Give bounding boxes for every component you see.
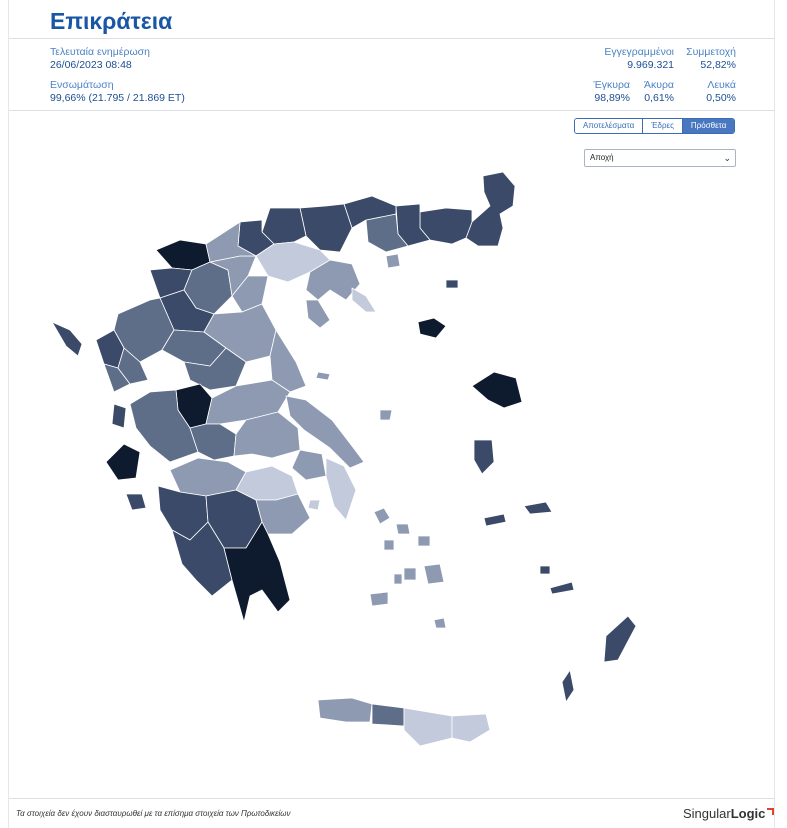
region-limnos[interactable] bbox=[417, 317, 447, 339]
region-leros[interactable] bbox=[539, 565, 551, 575]
metric-select[interactable]: Αποχή ⌄ bbox=[584, 149, 736, 167]
region-chios[interactable] bbox=[473, 439, 495, 475]
region-syros[interactable] bbox=[383, 539, 395, 551]
region-lasithi[interactable] bbox=[451, 713, 491, 743]
region-serres[interactable] bbox=[299, 203, 353, 253]
view-tabs: Αποτελέσματα Έδρες Πρόσθετα bbox=[574, 118, 736, 134]
region-zakynthos[interactable] bbox=[125, 493, 147, 511]
region-kassandra[interactable] bbox=[305, 299, 331, 329]
last-update-label: Τελευταία ενημέρωση bbox=[50, 46, 150, 58]
invalid-label: Άκυρα bbox=[643, 79, 674, 91]
region-corfu[interactable] bbox=[51, 321, 83, 357]
region-sporades[interactable] bbox=[315, 371, 331, 381]
region-naxos[interactable] bbox=[423, 563, 445, 585]
region-paros[interactable] bbox=[403, 567, 417, 581]
region-thasos[interactable] bbox=[385, 253, 401, 269]
region-tinos[interactable] bbox=[395, 523, 411, 535]
region-karpathos[interactable] bbox=[561, 669, 575, 703]
region-samos[interactable] bbox=[523, 501, 553, 515]
region-mykonos[interactable] bbox=[417, 535, 431, 547]
region-chania[interactable] bbox=[317, 697, 373, 723]
disclaimer-note: Τα στοιχεία δεν έχουν διασταυρωθεί με τα… bbox=[16, 809, 291, 818]
region-aegina[interactable] bbox=[307, 499, 321, 511]
turnout-label: Συμμετοχή bbox=[686, 46, 736, 58]
region-evros[interactable] bbox=[465, 171, 516, 247]
last-update-value: 26/06/2023 08:48 bbox=[50, 59, 132, 71]
valid-value: 98,89% bbox=[594, 92, 630, 104]
region-athos[interactable] bbox=[351, 287, 377, 313]
region-skyros[interactable] bbox=[379, 409, 393, 421]
logo-part1: Singular bbox=[683, 806, 731, 821]
region-andros[interactable] bbox=[373, 507, 391, 525]
region-fokida[interactable] bbox=[189, 423, 237, 461]
tab-extra[interactable]: Πρόσθετα bbox=[681, 119, 735, 133]
singularlogic-logo[interactable]: SingularLogic bbox=[683, 806, 775, 821]
region-milos[interactable] bbox=[369, 591, 389, 607]
chevron-down-icon: ⌄ bbox=[723, 153, 731, 163]
invalid-value: 0,61% bbox=[644, 92, 674, 104]
region-kos[interactable] bbox=[549, 581, 575, 595]
region-ikaria[interactable] bbox=[483, 513, 507, 527]
valid-label: Έγκυρα bbox=[593, 79, 630, 91]
logo-mark-icon bbox=[767, 808, 775, 815]
greece-choropleth-map bbox=[51, 171, 637, 747]
region-rhodes[interactable] bbox=[603, 615, 637, 663]
tab-results[interactable]: Αποτελέσματα bbox=[575, 119, 643, 133]
logo-part2: Logic bbox=[730, 806, 766, 821]
region-lesvos[interactable] bbox=[471, 371, 523, 409]
title-divider bbox=[9, 38, 774, 39]
integration-label: Ενσωμάτωση bbox=[50, 79, 114, 91]
region-samothraki[interactable] bbox=[445, 279, 459, 289]
region-lefkada[interactable] bbox=[111, 403, 127, 429]
stats-divider bbox=[9, 110, 774, 111]
region-rethymno[interactable] bbox=[371, 703, 405, 727]
turnout-value: 52,82% bbox=[700, 59, 736, 71]
blank-label: Λευκά bbox=[707, 79, 736, 91]
region-attica-west[interactable] bbox=[291, 449, 327, 481]
footer-divider bbox=[9, 798, 774, 799]
region-kefalonia[interactable] bbox=[105, 443, 141, 481]
region-heraklion[interactable] bbox=[403, 707, 453, 747]
region-sifnos[interactable] bbox=[393, 573, 403, 585]
registered-label: Εγγεγραμμένοι bbox=[604, 46, 674, 58]
integration-value: 99,66% (21.795 / 21.869 ΕΤ) bbox=[50, 92, 185, 104]
tab-seats[interactable]: Έδρες bbox=[642, 119, 682, 133]
metric-select-value: Αποχή bbox=[590, 153, 614, 162]
region-santorini[interactable] bbox=[433, 617, 447, 629]
page-title: Επικράτεια bbox=[50, 8, 173, 34]
registered-value: 9.969.321 bbox=[627, 59, 674, 71]
blank-value: 0,50% bbox=[706, 92, 736, 104]
